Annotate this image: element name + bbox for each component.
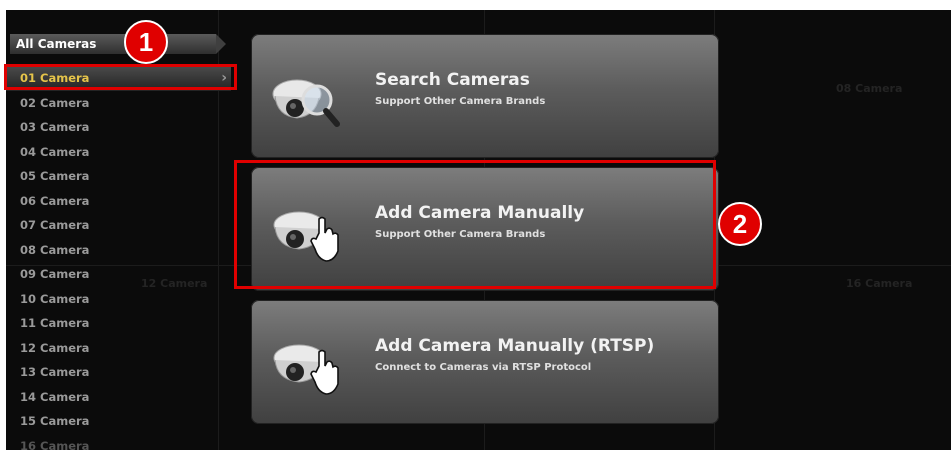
camera-hand-icon xyxy=(271,336,341,396)
option-subtitle: Support Other Camera Brands xyxy=(375,96,546,107)
all-cameras-tab[interactable]: All Cameras xyxy=(10,34,226,54)
ghost-label: 16 Camera xyxy=(846,277,913,290)
camera-list-item[interactable]: 14 Camera xyxy=(6,385,231,410)
ghost-label: 08 Camera xyxy=(836,82,903,95)
camera-list-item[interactable]: 03 Camera xyxy=(6,115,231,140)
option-title: Add Camera Manually (RTSP) xyxy=(375,336,655,356)
search-cameras-button[interactable]: Search Cameras Support Other Camera Bran… xyxy=(251,34,719,158)
camera-list-item[interactable]: 02 Camera xyxy=(6,91,231,116)
camera-list-item[interactable]: 08 Camera xyxy=(6,238,231,263)
highlight-box-add-manually xyxy=(234,160,716,289)
camera-list-item[interactable]: 07 Camera xyxy=(6,213,231,238)
option-subtitle: Connect to Cameras via RTSP Protocol xyxy=(375,362,592,373)
camera-list-item[interactable]: 06 Camera xyxy=(6,189,231,214)
option-title: Search Cameras xyxy=(375,70,530,90)
camera-list-item[interactable]: 05 Camera xyxy=(6,164,231,189)
camera-list-item[interactable]: 04 Camera xyxy=(6,140,231,165)
camera-list-item[interactable]: 12 Camera xyxy=(6,336,231,361)
camera-list-item[interactable]: 11 Camera xyxy=(6,311,231,336)
add-camera-rtsp-button[interactable]: Add Camera Manually (RTSP) Connect to Ca… xyxy=(251,300,719,424)
camera-list-item[interactable]: 15 Camera xyxy=(6,409,231,434)
highlight-box-camera-01 xyxy=(4,64,237,90)
camera-list-item[interactable]: 10 Camera xyxy=(6,287,231,312)
camera-list-item[interactable]: 16 Camera xyxy=(6,434,231,450)
camera-list: 01 Camera 02 Camera 03 Camera 04 Camera … xyxy=(6,66,231,450)
camera-list-item[interactable]: 09 Camera xyxy=(6,262,231,287)
camera-search-icon xyxy=(271,70,341,130)
step-2-badge: 2 xyxy=(718,202,762,246)
camera-list-item[interactable]: 13 Camera xyxy=(6,360,231,385)
step-1-badge: 1 xyxy=(124,20,168,64)
